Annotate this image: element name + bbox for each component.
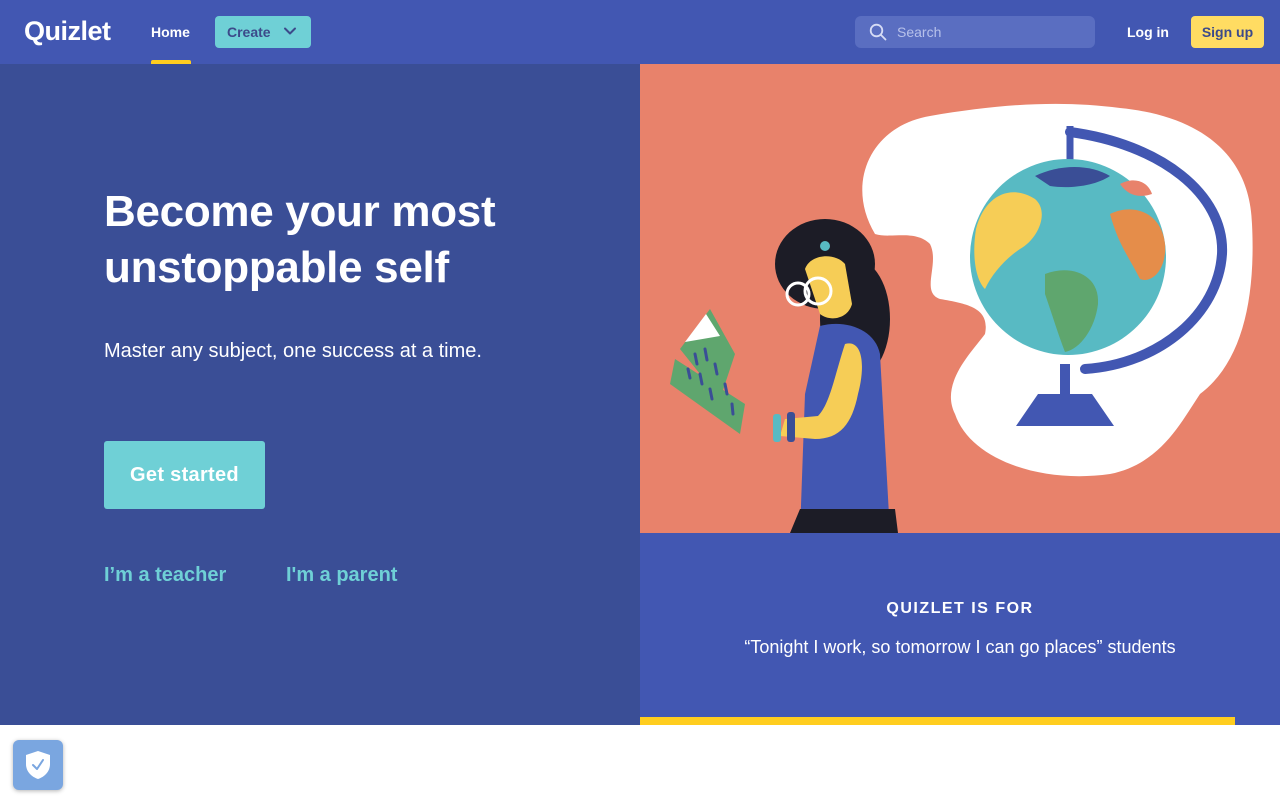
privacy-settings-button[interactable]	[13, 740, 63, 790]
hero-headline: Become your most unstoppable self	[104, 187, 496, 292]
quizlet-logo[interactable]: Quizlet	[24, 16, 111, 47]
search-box[interactable]	[855, 16, 1095, 48]
quizlet-is-for-panel: QUIZLET IS FOR “Tonight I work, so tomor…	[640, 533, 1280, 725]
hero-subline: Master any subject, one success at a tim…	[104, 340, 482, 362]
parent-link[interactable]: I'm a parent	[286, 564, 397, 587]
signup-button[interactable]: Sign up	[1191, 16, 1264, 48]
carousel-progress-track	[640, 717, 1280, 725]
top-nav: Quizlet Home Create Log in Sign up	[0, 0, 1280, 64]
shield-check-icon	[26, 751, 50, 779]
get-started-button[interactable]: Get started	[104, 441, 265, 509]
student-reading-globe-illustration	[670, 103, 1253, 533]
create-label: Create	[227, 24, 271, 40]
teacher-link[interactable]: I’m a teacher	[104, 564, 226, 587]
login-link[interactable]: Log in	[1127, 24, 1169, 40]
search-icon	[869, 23, 887, 41]
carousel-progress-fill	[640, 717, 1236, 725]
hero-illustration	[640, 64, 1280, 533]
nav-home-tab[interactable]: Home	[151, 0, 191, 64]
chevron-down-icon	[284, 27, 296, 35]
create-button[interactable]: Create	[215, 16, 311, 48]
hero-section: Become your most unstoppable self Master…	[0, 64, 640, 725]
search-input[interactable]	[897, 16, 1087, 48]
nav-home-label: Home	[151, 24, 190, 40]
quizlet-is-for-quote: “Tonight I work, so tomorrow I can go pl…	[744, 637, 1176, 657]
quizlet-is-for-title: QUIZLET IS FOR	[886, 600, 1034, 617]
